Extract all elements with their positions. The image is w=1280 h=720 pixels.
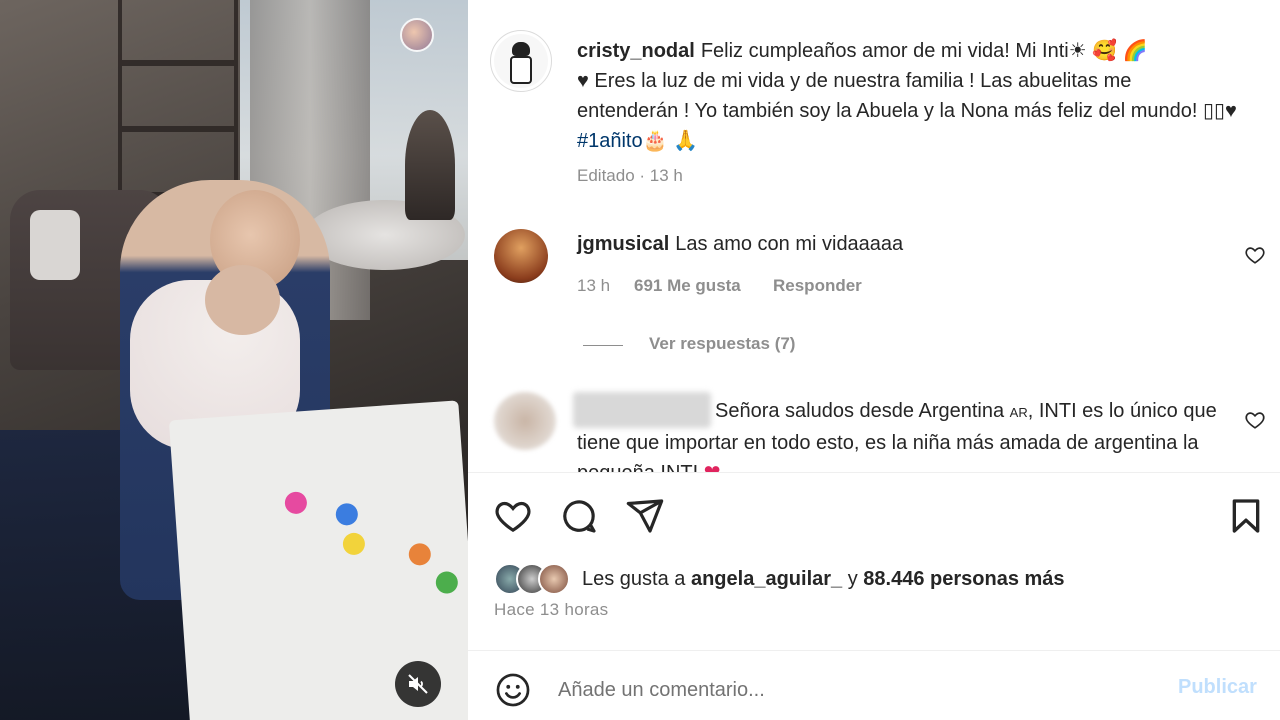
comment-body: jgmusical Las amo con mi vidaaaaa [577,233,903,256]
post-details-panel: cristy_nodal Feliz cumpleaños amor de mi … [468,0,1280,720]
comment-avatar[interactable] [494,229,548,283]
mute-icon [408,674,428,694]
caption-emojis-2: 🎂 🙏 [642,130,698,152]
hashtag-link[interactable]: #1añito [577,130,643,152]
composer-divider [468,650,1280,651]
comments-section[interactable]: cristy_nodal Feliz cumpleaños amor de mi … [468,0,1280,472]
post-timestamp[interactable]: Hace 13 horas [494,600,608,620]
caption-emojis-1: ☀ 🥰 🌈 [1068,40,1148,62]
publish-button[interactable]: Publicar [1178,676,1257,699]
post-media[interactable] [0,0,468,720]
comment-text-1: Señora saludos desde Argentina [715,400,1010,422]
liker-avatar [538,563,570,595]
likes-prefix: Les gusta a [582,567,691,590]
media-reflection [400,18,434,52]
view-replies-button[interactable]: Ver respuestas (7) [649,334,795,354]
likes-text: Les gusta a angela_aguilar_ y 88.446 per… [582,568,1065,591]
caption-meta: Editado · 13 h [577,166,683,185]
flag-argentina: AR [1009,405,1028,420]
comment-input[interactable] [558,672,1138,708]
likes-summary[interactable]: Les gusta a angela_aguilar_ y 88.446 per… [494,562,1065,596]
comment-username[interactable]: jgmusical [577,233,669,255]
comment-avatar-blurred[interactable] [494,392,556,450]
author-username[interactable]: cristy_nodal [577,40,695,62]
actions-divider [468,472,1280,473]
media-plant [405,110,455,220]
comment-text: Señora saludos desde Argentina AR, INTI … [577,396,1217,472]
caption-time[interactable]: 13 h [650,166,683,185]
caption-symbols: ▯▯♥ [1202,100,1237,122]
caption-text-2: ♥ Eres la luz de mi vida y de nuestra fa… [577,70,1203,122]
post-caption: cristy_nodal Feliz cumpleaños amor de mi … [577,36,1237,156]
media-lamp [30,210,80,280]
share-icon[interactable] [625,496,665,536]
like-heart-icon[interactable] [493,496,533,536]
comment-like-heart-icon[interactable] [1244,409,1266,431]
comment-time[interactable]: 13 h [577,276,610,296]
red-heart-emoji: ❤ [704,462,721,472]
comment-likes[interactable]: 691 Me gusta [634,276,741,296]
comment-like-heart-icon[interactable] [1244,244,1266,266]
likes-count[interactable]: 88.446 personas más [863,568,1064,590]
caption-text-1: Feliz cumpleaños amor de mi vida! Mi Int… [700,40,1069,62]
author-avatar[interactable] [490,30,552,92]
likes-middle: y [842,567,864,590]
liker-username[interactable]: angela_aguilar_ [691,568,842,590]
mute-button[interactable] [395,661,441,707]
bookmark-icon[interactable] [1226,496,1266,536]
reply-button[interactable]: Responder [773,276,862,296]
edited-label: Editado [577,166,635,185]
replies-divider [583,345,623,346]
media-baby-head [205,265,280,335]
emoji-icon[interactable] [494,671,532,709]
comment-text: Las amo con mi vidaaaaa [675,233,904,255]
comment-icon[interactable] [559,496,599,536]
